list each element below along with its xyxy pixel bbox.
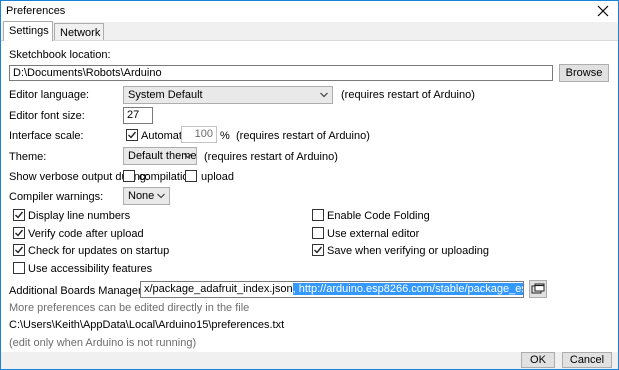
verbose-upload-label: upload: [201, 171, 235, 183]
editor-language-value: System Default: [128, 89, 203, 101]
verify-code-after-upload-label: Verify code after upload: [28, 228, 144, 240]
interface-scale-label: Interface scale:: [9, 130, 84, 142]
accessibility-features-checkbox[interactable]: [13, 262, 25, 274]
chevron-down-icon: [320, 92, 328, 98]
check-for-updates-label: Check for updates on startup: [28, 245, 170, 257]
sketchbook-location-label: Sketchbook location:: [9, 49, 111, 61]
editor-font-size-input[interactable]: 27: [123, 107, 153, 124]
sketchbook-location-input[interactable]: D:\Documents\Robots\Arduino: [9, 65, 553, 81]
chevron-down-icon: [157, 193, 165, 199]
theme-label: Theme:: [9, 151, 47, 163]
display-line-numbers-label: Display line numbers: [28, 210, 131, 222]
editor-language-select[interactable]: System Default: [123, 86, 333, 104]
enable-code-folding-checkbox[interactable]: [312, 209, 324, 221]
use-external-editor-label: Use external editor: [327, 228, 420, 240]
interface-scale-input[interactable]: 100: [181, 126, 217, 143]
verbose-compilation-checkbox[interactable]: [123, 170, 135, 182]
compiler-warnings-select[interactable]: None: [123, 187, 170, 205]
enable-code-folding-label: Enable Code Folding: [327, 210, 430, 222]
boards-manager-urls-selected-text: , http://arduino.esp8266.com/stable/pack…: [292, 283, 523, 295]
verbose-upload-checkbox[interactable]: [185, 170, 197, 182]
interface-scale-unit: %: [220, 130, 230, 142]
save-when-verifying-checkbox[interactable]: [312, 244, 324, 256]
editor-language-note: (requires restart of Arduino): [341, 89, 475, 101]
checkmark-icon: [15, 229, 24, 237]
preferences-file-path[interactable]: C:\Users\Keith\AppData\Local\Arduino15\p…: [9, 319, 284, 331]
accessibility-features-label: Use accessibility features: [28, 263, 153, 275]
ok-button[interactable]: OK: [521, 352, 555, 368]
edit-note: (edit only when Arduino is not running): [9, 337, 197, 349]
boards-manager-urls-input[interactable]: x/package_adafruit_index.json, http://ar…: [140, 281, 524, 298]
boards-manager-urls-text: x/package_adafruit_index.json: [144, 283, 293, 295]
checkmark-icon: [15, 211, 24, 219]
more-preferences-text: More preferences can be edited directly …: [9, 302, 250, 314]
compiler-warnings-label: Compiler warnings:: [9, 191, 104, 203]
close-button[interactable]: [596, 4, 610, 18]
theme-select[interactable]: Default theme: [123, 147, 197, 165]
editor-font-size-label: Editor font size:: [9, 110, 85, 122]
tab-settings-label: Settings: [9, 25, 49, 37]
use-external-editor-checkbox[interactable]: [312, 227, 324, 239]
tab-network-label: Network: [60, 27, 101, 39]
settings-panel: Sketchbook location: D:\Documents\Robots…: [1, 40, 618, 352]
theme-note: (requires restart of Arduino): [204, 151, 338, 163]
window-title: Preferences: [6, 5, 66, 17]
checkmark-icon: [128, 131, 137, 139]
editor-language-label: Editor language:: [9, 89, 90, 101]
chevron-down-icon: [184, 153, 192, 159]
save-when-verifying-label: Save when verifying or uploading: [327, 245, 490, 257]
interface-scale-note: (requires restart of Arduino): [236, 130, 370, 142]
title-bar: Preferences: [0, 0, 619, 22]
compiler-warnings-value: None: [128, 190, 155, 202]
check-for-updates-checkbox[interactable]: [13, 244, 25, 256]
display-line-numbers-checkbox[interactable]: [13, 209, 25, 221]
cancel-button[interactable]: Cancel: [562, 352, 612, 368]
dialog-body: Settings Network Sketchbook location: D:…: [0, 21, 619, 370]
interface-scale-automatic-checkbox[interactable]: [126, 129, 138, 141]
checkmark-icon: [15, 246, 24, 254]
verify-code-after-upload-checkbox[interactable]: [13, 227, 25, 239]
tab-settings[interactable]: Settings: [3, 21, 53, 41]
window-icon: [531, 283, 545, 294]
boards-manager-urls-edit-button[interactable]: [529, 280, 547, 298]
close-icon: [597, 5, 609, 17]
tab-network[interactable]: Network: [54, 23, 104, 40]
checkmark-icon: [314, 246, 323, 254]
browse-button[interactable]: Browse: [559, 64, 609, 82]
